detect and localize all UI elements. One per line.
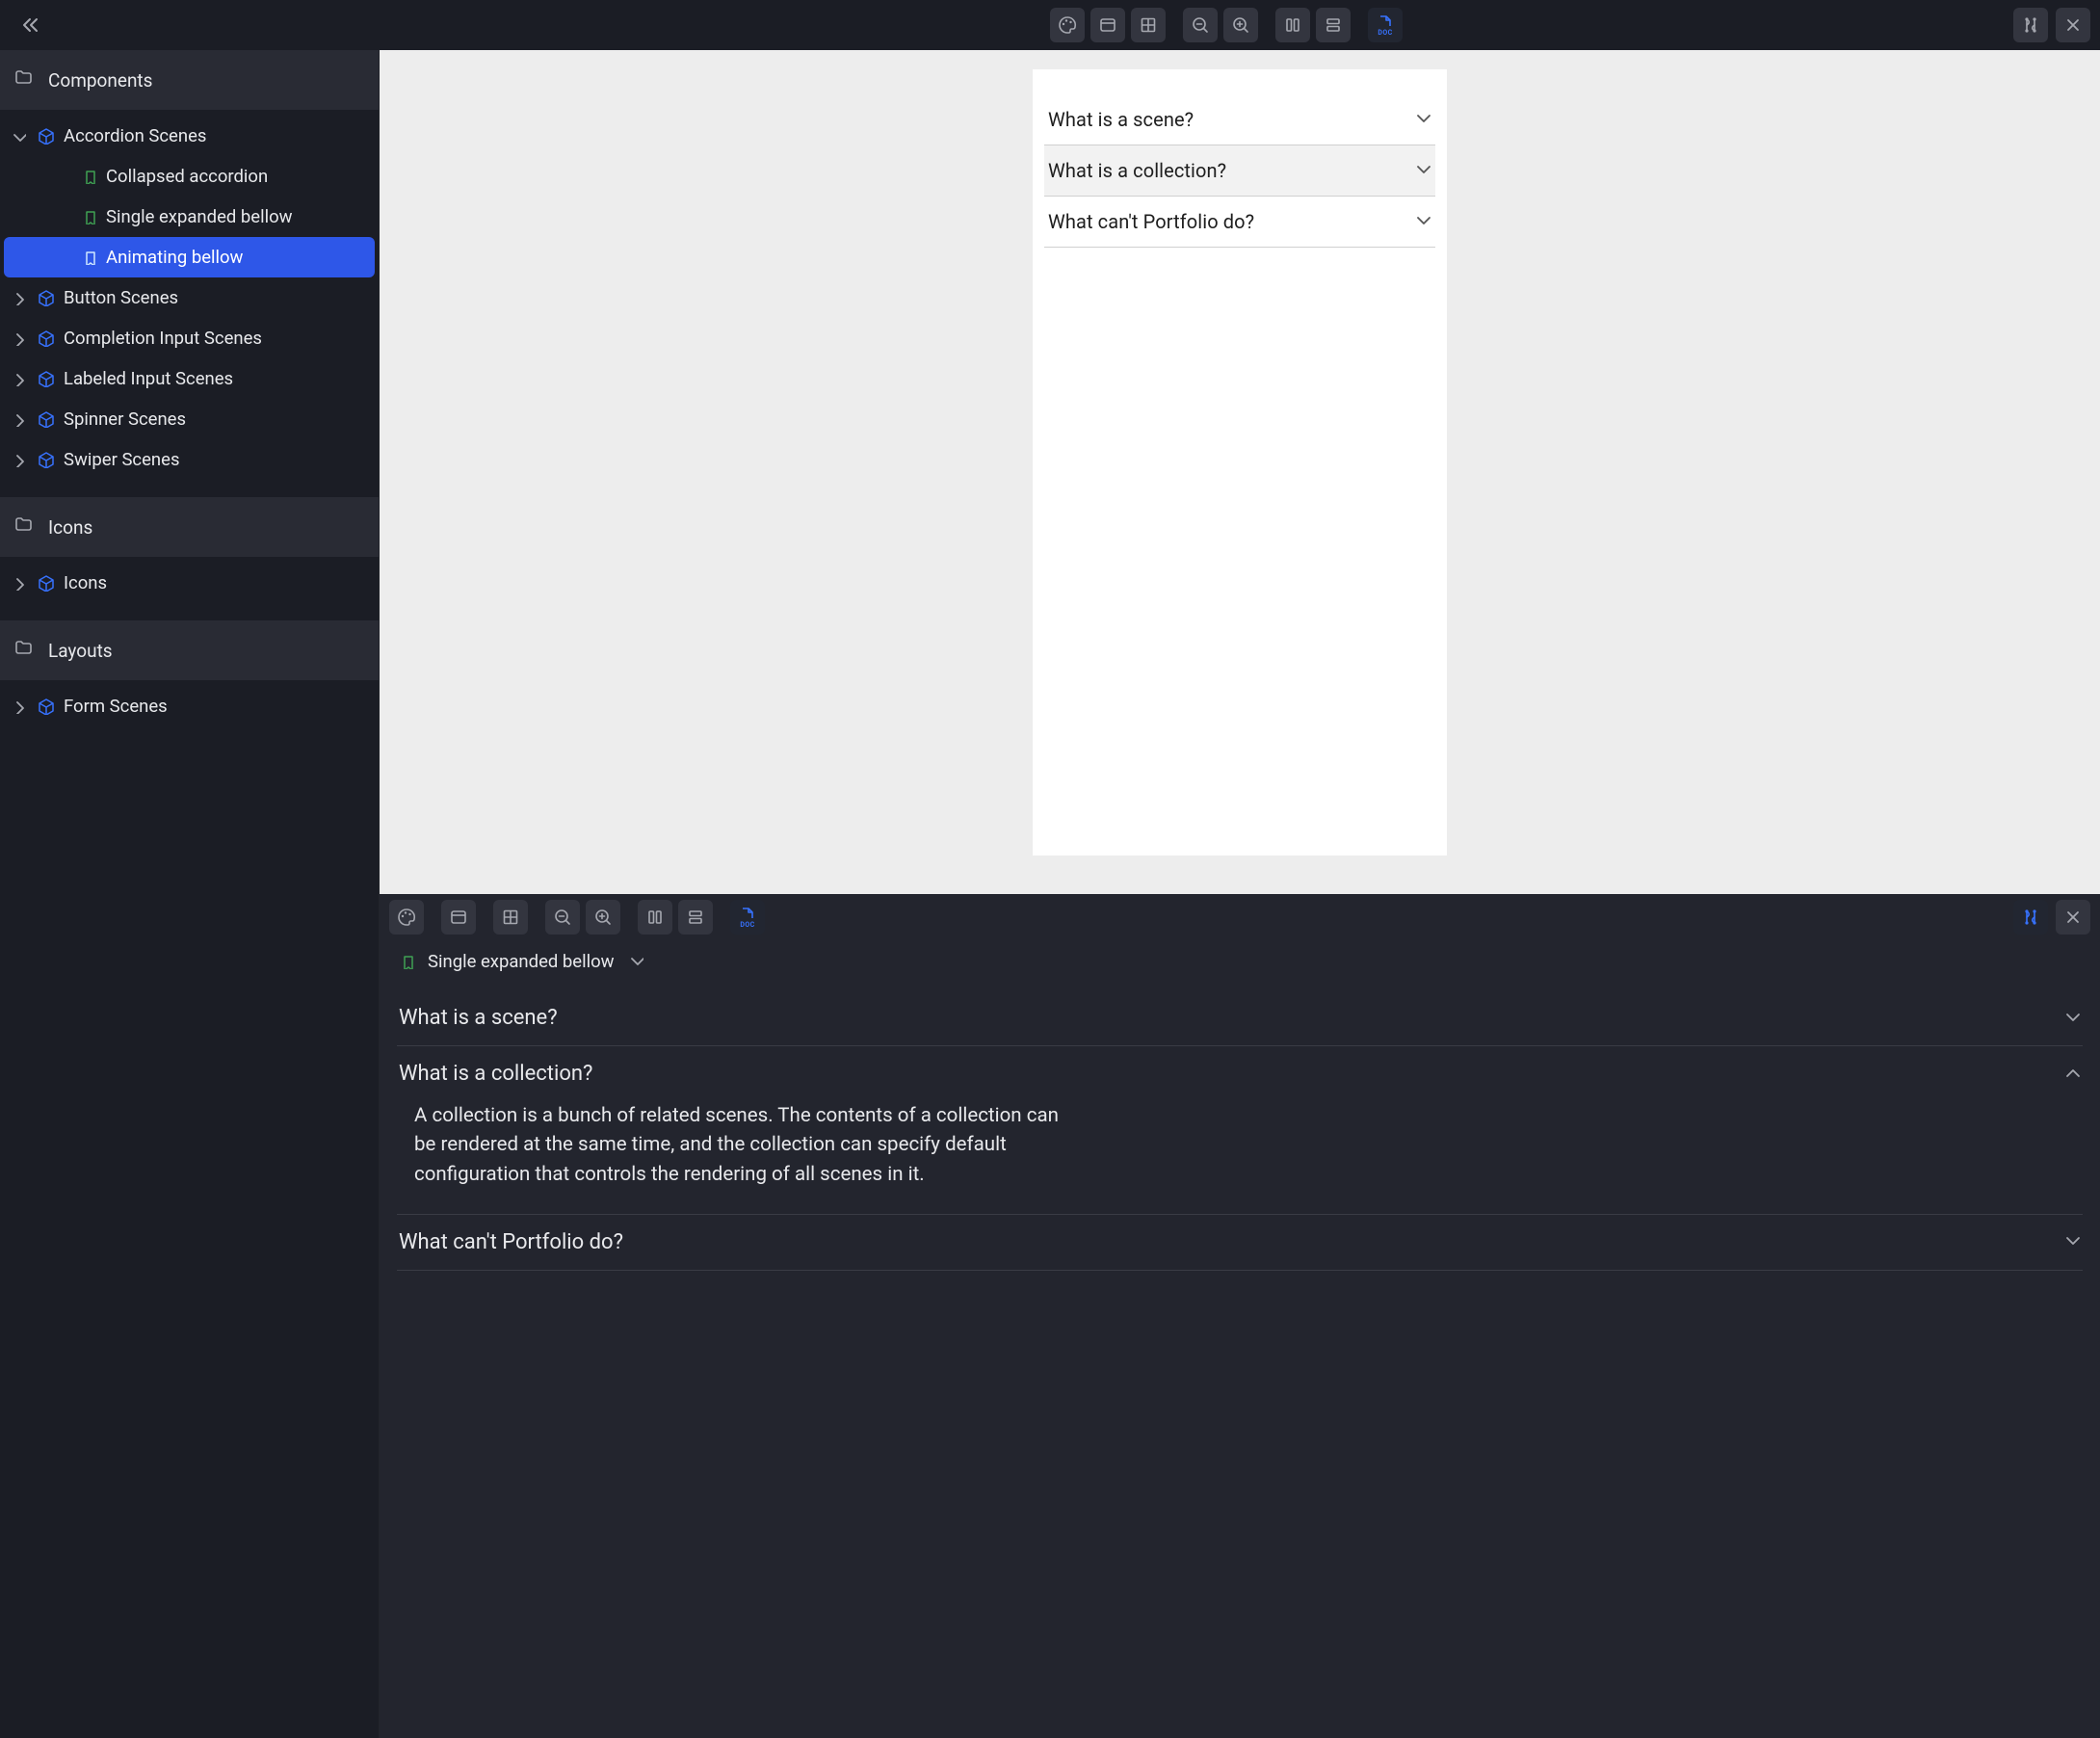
theme-palette-button[interactable]: [1050, 8, 1085, 42]
tree-item-icons[interactable]: Icons: [4, 563, 375, 603]
tree-item-button-scenes[interactable]: Button Scenes: [4, 277, 375, 318]
tree-item-label: Labeled Input Scenes: [64, 368, 233, 389]
doc-label-text: DOC: [1378, 29, 1392, 36]
cube-icon: [37, 329, 54, 347]
section-title: Components: [48, 69, 152, 92]
tree-item-label: Collapsed accordion: [106, 166, 268, 187]
cube-icon: [37, 574, 54, 592]
chevron-down-icon: [1414, 211, 1431, 232]
grid-toggle-button[interactable]: [493, 900, 528, 935]
folder-icon: [13, 638, 35, 664]
tree-item-label: Icons: [64, 572, 107, 593]
accordion-item[interactable]: What is a scene?: [397, 990, 2083, 1046]
cube-icon: [37, 127, 54, 145]
compare-button[interactable]: [2013, 8, 2048, 42]
accordion-item[interactable]: What can't Portfolio do?: [1044, 197, 1435, 248]
bottom-pane-toolbar: DOC: [380, 894, 2100, 940]
theme-palette-button[interactable]: [389, 900, 424, 935]
zoom-out-button[interactable]: [1183, 8, 1218, 42]
chevron-down-icon: [1414, 160, 1431, 181]
layout-rows-button[interactable]: [1316, 8, 1351, 42]
scene-selector[interactable]: Single expanded bellow: [380, 940, 2100, 983]
tree-item-label: Animating bellow: [106, 247, 243, 268]
sidebar: Components Accordion Scenes Collapsed ac…: [0, 50, 380, 1738]
accordion-item[interactable]: What can't Portfolio do?: [397, 1215, 2083, 1271]
tree-item-spinner-scenes[interactable]: Spinner Scenes: [4, 399, 375, 439]
tree-item-animating-bellow[interactable]: Animating bellow: [4, 237, 375, 277]
app-toolbar: DOC: [0, 0, 2100, 50]
close-button[interactable]: [2056, 8, 2090, 42]
scene-name: Single expanded bellow: [428, 951, 615, 972]
sidebar-section-icons[interactable]: Icons: [0, 497, 379, 557]
doc-label-text: DOC: [740, 921, 754, 928]
bookmark-icon: [81, 169, 96, 184]
accordion-title: What is a scene?: [1048, 108, 1194, 131]
cube-icon: [37, 698, 54, 715]
chevron-down-icon: [2063, 1231, 2081, 1252]
accordion-title: What can't Portfolio do?: [399, 1230, 623, 1254]
layout-columns-button[interactable]: [638, 900, 672, 935]
tree-item-labeled-input-scenes[interactable]: Labeled Input Scenes: [4, 358, 375, 399]
zoom-out-button[interactable]: [545, 900, 580, 935]
tree-item-label: Form Scenes: [64, 696, 168, 717]
chevron-down-icon: [628, 951, 643, 972]
tree-item-swiper-scenes[interactable]: Swiper Scenes: [4, 439, 375, 480]
tree-item-label: Completion Input Scenes: [64, 328, 262, 349]
tree-item-collapsed-accordion[interactable]: Collapsed accordion: [4, 156, 375, 197]
accordion-title: What is a collection?: [1048, 159, 1226, 182]
bookmark-icon: [81, 250, 96, 265]
section-title: Icons: [48, 516, 92, 539]
tree-item-label: Spinner Scenes: [64, 408, 186, 430]
preview-pane-bottom: DOC Single expanded bellow: [380, 894, 2100, 1738]
cube-icon: [37, 370, 54, 387]
tree-item-label: Button Scenes: [64, 287, 178, 308]
compare-button[interactable]: [2013, 900, 2048, 935]
tree-item-label: Swiper Scenes: [64, 449, 180, 470]
cube-icon: [37, 410, 54, 428]
cube-icon: [37, 289, 54, 306]
tree-item-label: Accordion Scenes: [64, 125, 206, 146]
grid-toggle-button[interactable]: [1131, 8, 1166, 42]
doc-mode-button[interactable]: DOC: [730, 900, 765, 935]
sidebar-section-components[interactable]: Components: [0, 50, 379, 110]
canvas-frame-button[interactable]: [441, 900, 476, 935]
chevron-up-icon: [2063, 1064, 2081, 1085]
accordion-title: What is a collection?: [399, 1062, 592, 1086]
cube-icon: [37, 451, 54, 468]
folder-icon: [13, 67, 35, 93]
zoom-in-button[interactable]: [586, 900, 620, 935]
doc-mode-button[interactable]: DOC: [1368, 8, 1403, 42]
tree-item-label: Single expanded bellow: [106, 206, 293, 227]
tree-item-accordion-scenes[interactable]: Accordion Scenes: [4, 116, 375, 156]
chevron-down-icon: [2063, 1008, 2081, 1029]
bookmark-icon: [81, 209, 96, 224]
accordion-item[interactable]: What is a scene?: [1044, 94, 1435, 145]
chevron-down-icon: [1414, 109, 1431, 130]
close-button[interactable]: [2056, 900, 2090, 935]
sidebar-section-layouts[interactable]: Layouts: [0, 620, 379, 680]
canvas-frame-button[interactable]: [1090, 8, 1125, 42]
accordion-item[interactable]: What is a collection?: [1044, 145, 1435, 197]
zoom-in-button[interactable]: [1223, 8, 1258, 42]
preview-card: What is a scene? What is a collection? W…: [1033, 69, 1447, 856]
accordion-item-expanded[interactable]: What is a collection? A collection is a …: [397, 1046, 2083, 1215]
layout-columns-button[interactable]: [1275, 8, 1310, 42]
accordion-title: What is a scene?: [399, 1006, 558, 1030]
tree-item-form-scenes[interactable]: Form Scenes: [4, 686, 375, 726]
tree-item-single-expanded-bellow[interactable]: Single expanded bellow: [4, 197, 375, 237]
collapse-sidebar-button[interactable]: [12, 8, 46, 42]
section-title: Layouts: [48, 640, 113, 662]
bookmark-icon: [399, 954, 414, 969]
accordion-title: What can't Portfolio do?: [1048, 210, 1254, 233]
layout-rows-button[interactable]: [678, 900, 713, 935]
folder-icon: [13, 514, 35, 540]
tree-item-completion-input-scenes[interactable]: Completion Input Scenes: [4, 318, 375, 358]
preview-pane-top: What is a scene? What is a collection? W…: [380, 50, 2100, 894]
accordion-body: A collection is a bunch of related scene…: [399, 1086, 1092, 1198]
